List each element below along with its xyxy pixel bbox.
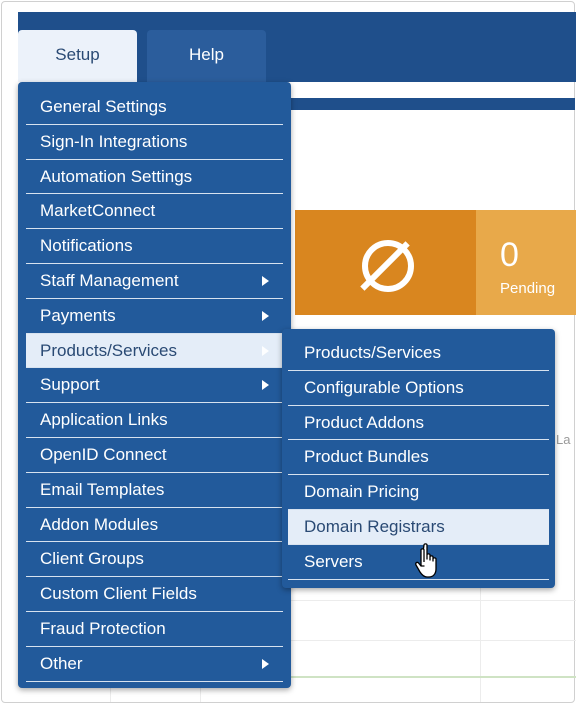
submenu-item-label: Product Bundles bbox=[304, 447, 429, 467]
menu-item-label: Support bbox=[40, 375, 100, 395]
chart-line bbox=[290, 676, 576, 678]
menu-item-label: Notifications bbox=[40, 236, 133, 256]
submenu-item-product-addons[interactable]: Product Addons bbox=[288, 406, 549, 441]
truncated-label: La bbox=[556, 432, 571, 447]
submenu-item-domain-registrars[interactable]: Domain Registrars bbox=[288, 509, 549, 545]
menu-item-label: Other bbox=[40, 653, 83, 673]
tab-setup[interactable]: Setup bbox=[18, 30, 137, 82]
menu-item-openid-connect[interactable]: OpenID Connect bbox=[26, 438, 283, 473]
menu-item-label: OpenID Connect bbox=[40, 444, 167, 464]
submenu-item-label: Servers bbox=[304, 551, 363, 571]
submenu-item-label: Domain Registrars bbox=[304, 516, 445, 536]
menu-item-label: Addon Modules bbox=[40, 514, 159, 534]
menu-item-label: Sign-In Integrations bbox=[40, 131, 188, 151]
menu-item-label: Client Groups bbox=[40, 549, 144, 569]
setup-menu: General Settings Sign-In Integrations Au… bbox=[18, 82, 291, 688]
menu-item-client-groups[interactable]: Client Groups bbox=[26, 542, 283, 578]
submenu-item-label: Product Addons bbox=[304, 412, 425, 432]
menu-item-fraud-protection[interactable]: Fraud Protection bbox=[26, 612, 283, 647]
tab-help[interactable]: Help bbox=[147, 30, 266, 82]
menu-item-sign-in-integrations[interactable]: Sign-In Integrations bbox=[26, 125, 283, 160]
menu-item-label: Automation Settings bbox=[40, 166, 193, 186]
submenu-item-products-services[interactable]: Products/Services bbox=[288, 336, 549, 371]
menu-item-notifications[interactable]: Notifications bbox=[26, 229, 283, 264]
chevron-right-icon bbox=[262, 310, 269, 321]
submenu-item-product-bundles[interactable]: Product Bundles bbox=[288, 440, 549, 476]
menu-item-marketconnect[interactable]: MarketConnect bbox=[26, 194, 283, 230]
submenu-item-label: Configurable Options bbox=[304, 377, 464, 397]
chevron-right-icon bbox=[262, 275, 269, 286]
menu-item-label: Staff Management bbox=[40, 270, 179, 290]
menu-item-products-services[interactable]: Products/Services bbox=[26, 333, 283, 369]
menu-item-label: Application Links bbox=[40, 410, 168, 430]
menu-item-label: Email Templates bbox=[40, 479, 165, 499]
menu-item-application-links[interactable]: Application Links bbox=[26, 403, 283, 438]
menu-item-label: MarketConnect bbox=[40, 201, 156, 221]
menu-item-label: Products/Services bbox=[40, 340, 177, 360]
menu-item-label: Custom Client Fields bbox=[40, 584, 197, 604]
chevron-right-icon bbox=[262, 380, 269, 391]
stat-label: Pending bbox=[500, 280, 556, 297]
menu-item-label: Fraud Protection bbox=[40, 618, 166, 638]
menu-item-staff-management[interactable]: Staff Management bbox=[26, 264, 283, 299]
menu-item-automation-settings[interactable]: Automation Settings bbox=[26, 160, 283, 195]
menu-item-label: Payments bbox=[40, 305, 116, 325]
submenu-item-label: Products/Services bbox=[304, 343, 441, 362]
stat-count: 0 bbox=[500, 236, 519, 274]
stat-panel-count-box[interactable] bbox=[476, 210, 576, 315]
submenu-item-configurable-options[interactable]: Configurable Options bbox=[288, 371, 549, 406]
menu-item-addon-modules[interactable]: Addon Modules bbox=[26, 508, 283, 543]
menu-item-payments[interactable]: Payments bbox=[26, 299, 283, 334]
submenu-item-domain-pricing[interactable]: Domain Pricing bbox=[288, 475, 549, 510]
submenu-item-label: Domain Pricing bbox=[304, 482, 420, 502]
chevron-right-icon bbox=[262, 658, 269, 669]
menu-item-support[interactable]: Support bbox=[26, 368, 283, 404]
menu-item-other[interactable]: Other bbox=[26, 647, 283, 682]
menu-item-custom-client-fields[interactable]: Custom Client Fields bbox=[26, 577, 283, 612]
menu-item-general-settings[interactable]: General Settings bbox=[26, 90, 283, 125]
hand-cursor-icon bbox=[415, 543, 437, 578]
page-header-strip bbox=[285, 98, 575, 110]
menu-item-label: General Settings bbox=[40, 97, 167, 116]
chevron-right-icon bbox=[262, 345, 269, 356]
menu-item-email-templates[interactable]: Email Templates bbox=[26, 473, 283, 508]
